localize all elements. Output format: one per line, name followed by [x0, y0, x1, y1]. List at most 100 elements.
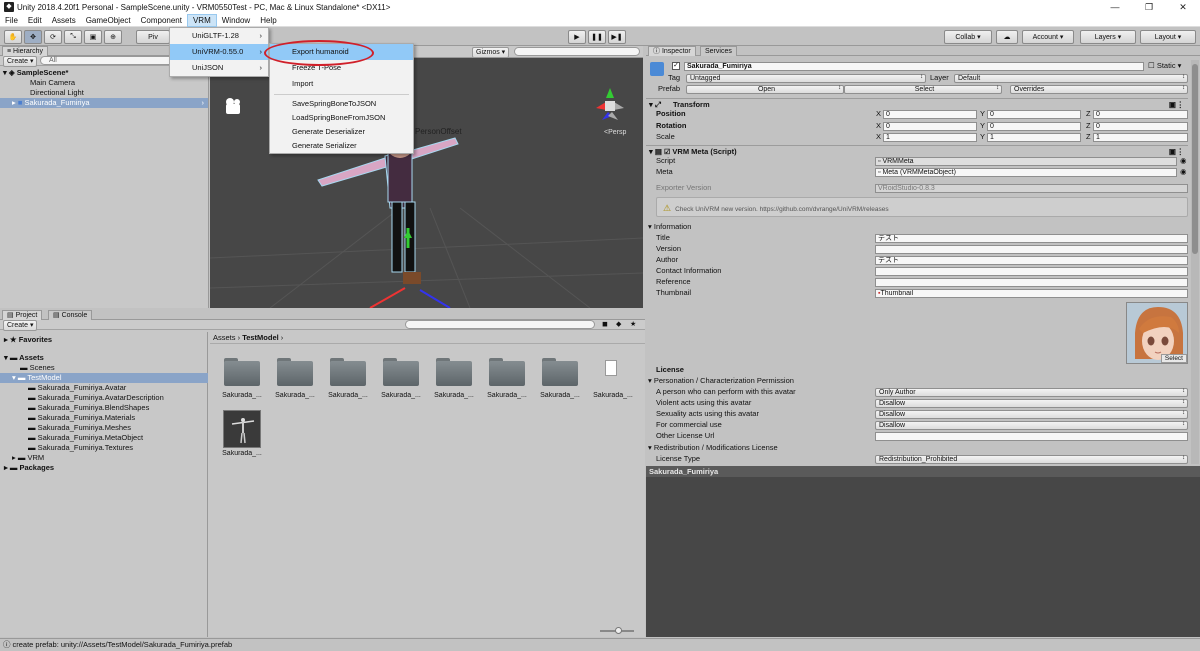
menu-item-generate-serializer[interactable]: Generate Serializer	[270, 139, 413, 153]
object-name-input[interactable]: Sakurada_Fumiriya	[684, 62, 1144, 71]
menu-component[interactable]: Component	[136, 14, 187, 27]
file-icon[interactable]	[605, 360, 617, 376]
move-tool-icon[interactable]: ✥	[24, 30, 42, 44]
menu-item-load-springbone[interactable]: LoadSpringBoneFromJSON	[270, 111, 413, 125]
project-search-input[interactable]	[405, 320, 595, 329]
breadcrumb-assets[interactable]: Assets	[213, 333, 236, 342]
contact-information-input[interactable]	[875, 267, 1188, 276]
hierarchy-item-directional-light[interactable]: Directional Light	[0, 88, 208, 98]
favorites-row[interactable]: ▸ ★ Favorites	[0, 335, 208, 345]
pivot-button[interactable]: Piv	[136, 30, 170, 44]
sexual-dropdown[interactable]: Disallow	[875, 410, 1188, 419]
play-button[interactable]: ▶	[568, 30, 586, 44]
scale-z-input[interactable]: 1	[1093, 133, 1188, 142]
position-x-input[interactable]: 0	[883, 110, 977, 119]
close-icon[interactable]: ✕	[1166, 0, 1200, 14]
hierarchy-create-button[interactable]: Create ▾	[3, 56, 38, 67]
tree-item-blendshapes[interactable]: ▬ Sakurada_Fumiriya.BlendShapes	[0, 403, 208, 413]
camera-gizmo-icon[interactable]	[226, 98, 240, 114]
foldout-arrow-icon[interactable]: ▾	[649, 147, 653, 156]
menu-assets[interactable]: Assets	[47, 14, 81, 27]
status-text[interactable]: create prefab: unity://Assets/TestModel/…	[13, 640, 233, 649]
rotation-x-input[interactable]: 0	[883, 122, 977, 131]
foldout-arrow-icon[interactable]: ▾	[649, 100, 653, 109]
assets-row[interactable]: ▾ ▬ Assets	[0, 353, 208, 363]
active-checkbox[interactable]: ✓	[672, 62, 680, 70]
prefab-thumbnail[interactable]	[223, 410, 261, 448]
violent-dropdown[interactable]: Disallow	[875, 399, 1188, 408]
menu-gameobject[interactable]: GameObject	[81, 14, 136, 27]
persp-label[interactable]: <Persp	[604, 129, 626, 136]
rect-tool-icon[interactable]: ▣	[84, 30, 102, 44]
scale-y-input[interactable]: 1	[987, 133, 1081, 142]
preview-header[interactable]: Sakurada_Fumiriya	[646, 466, 1200, 477]
hierarchy-item-sakurada[interactable]: ▸ ■ Sakurada_Fumiriya ›	[0, 98, 208, 108]
menu-window[interactable]: Window	[217, 14, 255, 27]
tree-item-avatardescription[interactable]: ▬ Sakurada_Fumiriya.AvatarDescription	[0, 393, 208, 403]
component-checkbox[interactable]: ☑	[664, 149, 670, 156]
tab-services[interactable]: Services	[700, 46, 737, 56]
menu-item-unijson[interactable]: UniJSON ›	[170, 60, 268, 76]
filter-label-icon[interactable]: ◆	[616, 320, 621, 328]
breadcrumb-testmodel[interactable]: TestModel	[242, 333, 279, 342]
tree-item-textures[interactable]: ▬ Sakurada_Fumiriya.Textures	[0, 443, 208, 453]
menu-edit[interactable]: Edit	[23, 14, 47, 27]
tag-dropdown[interactable]: Untagged	[686, 74, 926, 83]
hand-tool-icon[interactable]: ✋	[4, 30, 22, 44]
folder-icon[interactable]	[489, 358, 525, 386]
thumbnail-select-button[interactable]: Select	[1160, 354, 1187, 363]
layers-dropdown[interactable]: Layers ▾	[1080, 30, 1136, 44]
orientation-gizmo-icon[interactable]	[596, 88, 624, 120]
tree-item-scenes[interactable]: ▬ Scenes	[0, 363, 208, 373]
collab-button[interactable]: Collab ▾	[944, 30, 992, 44]
folder-icon[interactable]	[436, 358, 472, 386]
step-button[interactable]: ▶❚	[608, 30, 626, 44]
tab-inspector[interactable]: ⓘ Inspector	[648, 46, 696, 56]
rotate-tool-icon[interactable]: ⟳	[44, 30, 62, 44]
folder-icon[interactable]	[383, 358, 419, 386]
other-license-input[interactable]	[875, 432, 1188, 441]
scale-x-input[interactable]: 1	[883, 133, 977, 142]
tab-hierarchy[interactable]: ≡ Hierarchy	[2, 46, 48, 56]
tree-item-vrm[interactable]: ▸ ▬ VRM	[0, 453, 208, 463]
folder-icon[interactable]	[277, 358, 313, 386]
version-input[interactable]	[875, 245, 1188, 254]
commercial-dropdown[interactable]: Disallow	[875, 421, 1188, 430]
tree-item-materials[interactable]: ▬ Sakurada_Fumiriya.Materials	[0, 413, 208, 423]
folder-icon[interactable]	[224, 358, 260, 386]
position-z-input[interactable]: 0	[1093, 110, 1188, 119]
position-y-input[interactable]: 0	[987, 110, 1081, 119]
information-foldout[interactable]: ▾ Information	[648, 222, 691, 232]
minimize-icon[interactable]: —	[1098, 0, 1132, 14]
prefab-select-button[interactable]: Select	[844, 85, 1002, 94]
expand-arrow-icon[interactable]: ▾	[3, 68, 7, 77]
menu-item-univrm[interactable]: UniVRM-0.55.0 ›	[170, 44, 268, 60]
thumbnail-field[interactable]: ▪Thumbnail	[875, 289, 1188, 298]
filter-type-icon[interactable]: ◼	[602, 320, 608, 328]
menu-item-freeze-tpose[interactable]: Freeze T-Pose	[270, 60, 413, 76]
expand-arrow-icon[interactable]: ▸	[12, 98, 16, 107]
tree-item-avatar[interactable]: ▬ Sakurada_Fumiriya.Avatar	[0, 383, 208, 393]
chevron-right-icon[interactable]: ›	[202, 98, 205, 108]
meta-field[interactable]: ▫ Meta (VRMMetaObject)	[875, 168, 1177, 177]
favorite-icon[interactable]: ★	[630, 320, 636, 328]
scale-tool-icon[interactable]: ⤡	[64, 30, 82, 44]
transform-header[interactable]: ▾ ⤢ Transform ▣ ⋮	[646, 98, 1188, 110]
reference-input[interactable]	[875, 278, 1188, 287]
folder-icon[interactable]	[542, 358, 578, 386]
menu-help[interactable]: Help	[255, 14, 281, 27]
folder-icon[interactable]	[330, 358, 366, 386]
menu-item-unigltf[interactable]: UniGLTF-1.28 ›	[170, 28, 268, 44]
menu-item-save-springbone[interactable]: SaveSpringBoneToJSON	[270, 97, 413, 111]
author-input[interactable]: テスト	[875, 256, 1188, 265]
inspector-scrollbar[interactable]	[1191, 60, 1199, 464]
tab-console[interactable]: ▤ Console	[48, 310, 93, 320]
transform-tool-icon[interactable]: ⊕	[104, 30, 122, 44]
scene-search-input[interactable]	[514, 47, 640, 56]
license-type-dropdown[interactable]: Redistribution_Prohibited	[875, 455, 1188, 464]
scrollbar-thumb[interactable]	[1192, 64, 1198, 254]
menu-item-generate-deserializer[interactable]: Generate Deserializer	[270, 125, 413, 139]
packages-row[interactable]: ▸ ▬ Packages	[0, 463, 208, 473]
cloud-icon[interactable]: ☁	[996, 30, 1018, 44]
menu-vrm[interactable]: VRM	[186, 13, 217, 27]
